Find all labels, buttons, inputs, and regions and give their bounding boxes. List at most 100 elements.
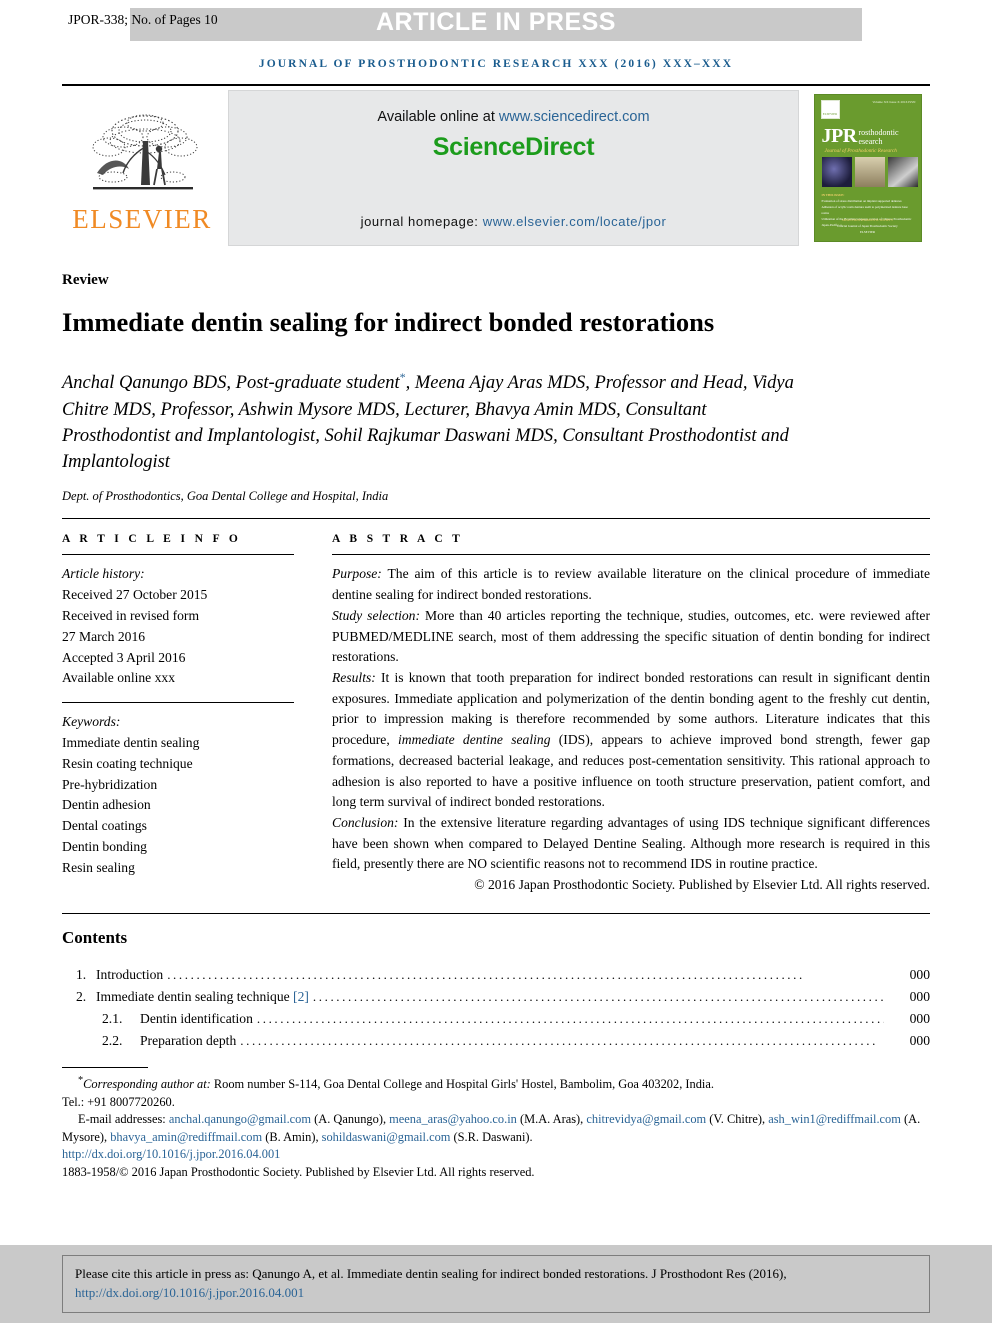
toc-label[interactable]: Immediate dentin sealing technique [2] <box>96 986 309 1008</box>
toc-label-text: Immediate dentin sealing technique <box>96 988 294 1004</box>
article-body: Review Immediate dentin sealing for indi… <box>62 272 930 1182</box>
doi-line: http://dx.doi.org/10.1016/j.jpor.2016.04… <box>62 1146 930 1164</box>
article-info-heading: A R T I C L E I N F O <box>62 533 242 546</box>
email-addresses-line: E-mail addresses: anchal.qanungo@gmail.c… <box>62 1111 930 1146</box>
email-owner: (A. Qanungo), <box>311 1112 390 1127</box>
abstract-column: A B S T R A C T Purpose: The aim of this… <box>332 533 930 896</box>
cover-feature-line: Adhesion of acrylic resin denture teeth … <box>821 205 908 216</box>
table-of-contents: 1. Introduction ........................… <box>62 964 930 1052</box>
toc-row[interactable]: 2.1. Dentin identification .............… <box>62 1008 930 1030</box>
cover-footer: JAPAN PROSTHODONTIC SOCIETY Official Jou… <box>815 217 921 235</box>
cover-elsevier-mark-icon: ELSEVIER <box>820 100 840 119</box>
keyword-item: Dentin adhesion <box>62 797 151 813</box>
manuscript-id-label: JPOR-338; No. of Pages 10 <box>68 12 218 27</box>
available-online-prefix: Available online at <box>377 109 499 125</box>
toc-reference[interactable]: [2] <box>293 989 309 1004</box>
toc-row[interactable]: 2.2. Preparation depth .................… <box>62 1030 930 1052</box>
journal-cover-thumbnail: ELSEVIER Volume XX Issue X 2016 ISSN JPR… <box>805 90 930 246</box>
cover-journal-name: Journal of Prosthodontic Research <box>824 148 897 154</box>
article-info-divider <box>62 554 294 556</box>
abstract-body: Purpose: The aim of this article is to r… <box>332 564 930 896</box>
sciencedirect-link[interactable]: www.sciencedirect.com <box>499 109 650 125</box>
journal-homepage-prefix: journal homepage: <box>360 214 483 229</box>
keyword-item: Resin coating technique <box>62 755 193 771</box>
toc-label[interactable]: Preparation depth <box>140 1030 236 1052</box>
journal-cover-image: ELSEVIER Volume XX Issue X 2016 ISSN JPR… <box>813 94 922 242</box>
article-history-item: Received in revised form <box>62 607 200 623</box>
corresponding-author-note: *Corresponding author at: Room number S-… <box>62 1074 930 1094</box>
toc-dot-leader: ........................................… <box>240 1032 878 1048</box>
keywords-block: Keywords: Immediate dentin sealing Resin… <box>62 702 294 878</box>
journal-masthead: ELSEVIER Available online at www.science… <box>62 84 930 246</box>
column-gap <box>294 533 332 896</box>
sciencedirect-logo: ScienceDirect <box>432 133 595 161</box>
cite-banner: Please cite this article in press as: Qa… <box>0 1245 992 1323</box>
email-link[interactable]: bhavya_amin@rediffmail.com <box>110 1130 262 1144</box>
toc-number: 2.1. <box>102 1010 123 1026</box>
author-list: Anchal Qanungo BDS, Post-graduate studen… <box>62 369 802 475</box>
abstract-study-text: More than 40 articles reporting the tech… <box>332 607 930 665</box>
keyword-item: Dental coatings <box>62 818 147 834</box>
info-abstract-section: A R T I C L E I N F O Article history: R… <box>62 518 930 896</box>
article-history-item: 27 March 2016 <box>62 628 146 644</box>
keyword-item: Immediate dentin sealing <box>62 734 200 750</box>
email-link[interactable]: ash_win1@rediffmail.com <box>768 1112 901 1126</box>
abstract-results: Results: It is known that tooth preparat… <box>332 668 930 813</box>
elsevier-tree-icon <box>92 114 198 190</box>
footnotes-section: *Corresponding author at: Room number S-… <box>62 1066 930 1182</box>
abstract-purpose-text: The aim of this article is to review ava… <box>332 566 930 603</box>
toc-number: 2. <box>76 988 87 1004</box>
email-link[interactable]: anchal.qanungo@gmail.com <box>169 1112 311 1126</box>
email-addresses-label: E-mail addresses: <box>78 1112 166 1127</box>
email-link[interactable]: sohildaswani@gmail.com <box>322 1130 451 1144</box>
keyword-item: Dentin bonding <box>62 838 147 854</box>
toc-row[interactable]: 1. Introduction ........................… <box>62 964 930 986</box>
journal-homepage-link[interactable]: www.elsevier.com/locate/jpor <box>483 214 667 229</box>
toc-dot-leader: ........................................… <box>312 988 884 1004</box>
abstract-study-label: Study selection: <box>332 607 421 623</box>
article-history-block: Article history: Received 27 October 201… <box>62 564 294 689</box>
abstract-purpose: Purpose: The aim of this article is to r… <box>332 564 930 605</box>
email-link[interactable]: chitrevidya@gmail.com <box>586 1112 706 1126</box>
email-owner: (M.A. Aras), <box>516 1112 587 1127</box>
toc-label[interactable]: Introduction <box>96 964 163 986</box>
toc-label-text: Dentin identification <box>140 1010 253 1026</box>
cover-jpr-title: JPR <box>821 125 858 147</box>
toc-page-number: 000 <box>909 966 930 982</box>
toc-number: 1. <box>76 966 87 982</box>
toc-number: 2.2. <box>102 1032 123 1048</box>
toc-page-number: 000 <box>909 988 930 1004</box>
toc-page-number: 000 <box>909 1010 930 1026</box>
toc-page-number: 000 <box>909 1032 930 1048</box>
abstract-conclusion-text: In the extensive literature regarding ad… <box>332 814 930 872</box>
cover-thumb-micrograph-icon <box>821 157 852 187</box>
author-affiliation: Dept. of Prosthodontics, Goa Dental Coll… <box>62 489 389 504</box>
elsevier-wordmark: ELSEVIER <box>72 204 212 234</box>
abstract-purpose-label: Purpose: <box>332 566 382 582</box>
doi-link[interactable]: http://dx.doi.org/10.1016/j.jpor.2016.04… <box>62 1147 280 1161</box>
article-info-column: A R T I C L E I N F O Article history: R… <box>62 533 294 896</box>
author-list-part-one: Anchal Qanungo BDS, Post-graduate studen… <box>62 373 400 394</box>
available-online-text: Available online at www.sciencedirect.co… <box>377 109 649 125</box>
abstract-conclusion: Conclusion: In the extensive literature … <box>332 813 930 875</box>
cover-thumb-denture-icon <box>854 157 885 187</box>
page-title: Immediate dentin sealing for indirect bo… <box>62 307 715 337</box>
toc-row[interactable]: 2. Immediate dentin sealing technique [2… <box>62 986 930 1008</box>
email-link[interactable]: meena_aras@yahoo.co.in <box>389 1112 517 1126</box>
abstract-divider <box>332 554 930 556</box>
toc-label[interactable]: Dentin identification <box>140 1008 253 1030</box>
corresponding-author-label: Corresponding author at: <box>83 1077 211 1092</box>
cite-text: Please cite this article in press as: Qa… <box>75 1266 787 1282</box>
cover-subtitle: rosthodontic esearch <box>858 128 899 147</box>
toc-dot-leader: ........................................… <box>167 966 805 982</box>
sciencedirect-panel: Available online at www.sciencedirect.co… <box>228 90 799 246</box>
keyword-item: Resin sealing <box>62 859 135 875</box>
email-owner: (B. Amin), <box>262 1129 322 1144</box>
cite-doi-link[interactable]: http://dx.doi.org/10.1016/j.jpor.2016.04… <box>75 1285 304 1300</box>
issn-copyright-line: 1883-1958/© 2016 Japan Prosthodontic Soc… <box>62 1165 535 1180</box>
article-history-item: Available online xxx <box>62 670 175 686</box>
abstract-results-label: Results: <box>332 669 376 685</box>
abstract-study-selection: Study selection: More than 40 articles r… <box>332 606 930 668</box>
contents-heading: Contents <box>62 927 128 947</box>
top-banner-strip: ARTICLE IN PRESS JPOR-338; No. of Pages … <box>0 0 992 46</box>
